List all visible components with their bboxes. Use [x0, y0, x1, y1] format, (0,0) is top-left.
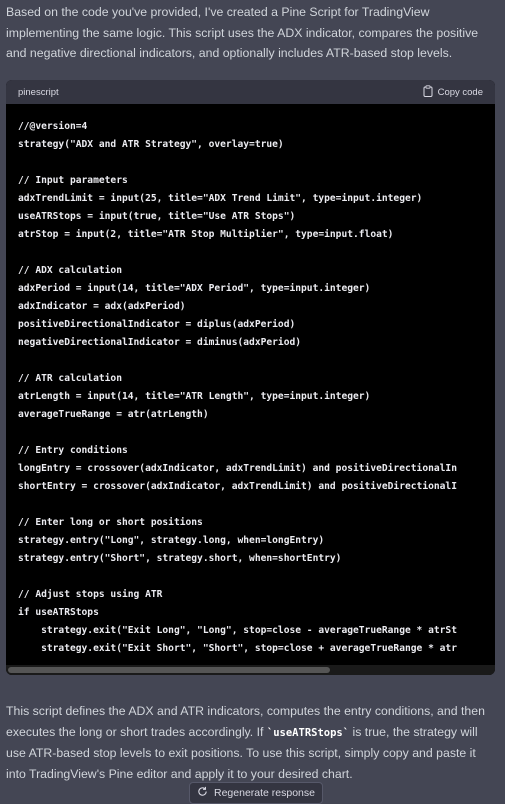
scrollbar-thumb[interactable] [8, 667, 330, 673]
inline-code-useATRStops: `useATRStops` [266, 726, 350, 739]
horizontal-scrollbar[interactable] [6, 665, 495, 675]
regenerate-response-button[interactable]: Regenerate response [189, 782, 323, 804]
code-line: // ADX calculation [18, 265, 122, 276]
code-line: adxIndicator = adx(adxPeriod) [18, 301, 186, 312]
code-block: pinescript Copy code //@version=4 strateg… [6, 80, 495, 675]
code-line: if useATRStops [18, 607, 99, 618]
code-line: strategy.exit("Exit Long", "Long", stop=… [18, 625, 457, 636]
code-line: // Entry conditions [18, 445, 128, 456]
code-line: // Enter long or short positions [18, 517, 203, 528]
code-line: averageTrueRange = atr(atrLength) [18, 409, 209, 420]
code-line: shortEntry = crossover(adxIndicator, adx… [18, 481, 457, 492]
code-line: atrLength = input(14, title="ATR Length"… [18, 391, 371, 402]
copy-code-label: Copy code [437, 86, 483, 98]
copy-code-button[interactable]: Copy code [423, 84, 483, 100]
code-line: // ATR calculation [18, 373, 122, 384]
code-language-label: pinescript [18, 86, 59, 98]
clipboard-icon [423, 84, 433, 100]
code-line: atrStop = input(2, title="ATR Stop Multi… [18, 229, 394, 240]
code-line: useATRStops = input(true, title="Use ATR… [18, 211, 296, 222]
code-line: negativeDirectionalIndicator = diminus(a… [18, 337, 302, 348]
intro-paragraph: Based on the code you've provided, I've … [6, 5, 479, 60]
code-line: // Adjust stops using ATR [18, 589, 163, 600]
code-line: //@version=4 [18, 121, 88, 132]
outro-paragraph: This script defines the ADX and ATR indi… [6, 701, 498, 784]
code-line: longEntry = crossover(adxIndicator, adxT… [18, 463, 457, 474]
regenerate-response-label: Regenerate response [214, 787, 315, 799]
code-line: strategy.entry("Short", strategy.short, … [18, 553, 342, 564]
refresh-icon [197, 786, 208, 800]
code-block-header: pinescript Copy code [6, 80, 495, 104]
code-line: strategy("ADX and ATR Strategy", overlay… [18, 139, 284, 150]
code-line: adxTrendLimit = input(25, title="ADX Tre… [18, 193, 423, 204]
code-content: //@version=4 strategy("ADX and ATR Strate… [6, 104, 495, 675]
code-line: strategy.exit("Exit Short", "Short", sto… [18, 643, 457, 654]
code-line: positiveDirectionalIndicator = diplus(ad… [18, 319, 296, 330]
code-line: // Input parameters [18, 175, 128, 186]
code-line: strategy.entry("Long", strategy.long, wh… [18, 535, 325, 546]
code-line: adxPeriod = input(14, title="ADX Period"… [18, 283, 371, 294]
